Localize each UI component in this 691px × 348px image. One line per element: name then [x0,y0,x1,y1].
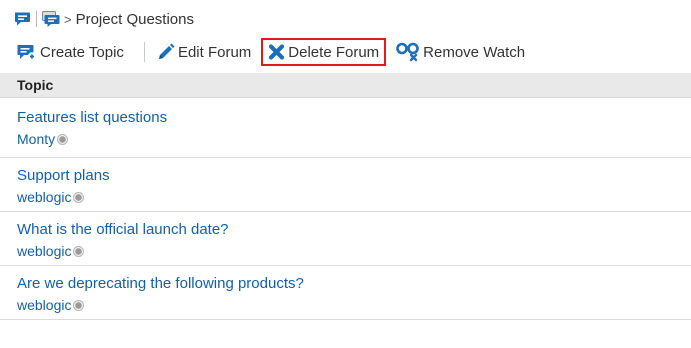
toolbar-divider [143,42,145,62]
new-topic-icon [17,44,37,61]
topic-row: What is the official launch date? weblog… [0,212,691,266]
topic-author: weblogic [17,188,691,206]
unwatch-icon [396,42,420,62]
topic-author: weblogic [17,242,691,260]
forums-icon[interactable] [42,10,60,28]
delete-forum-button[interactable]: Delete Forum [261,38,387,66]
edit-forum-button[interactable]: Edit Forum [157,39,251,65]
breadcrumb: > Project Questions [14,9,194,29]
topic-row: Are we deprecating the following product… [0,266,691,320]
create-topic-button[interactable]: Create Topic [16,39,124,65]
topic-column-header[interactable]: Topic [0,73,691,98]
presence-status-icon[interactable] [73,299,85,311]
delete-x-icon [268,44,285,60]
topic-title-link[interactable]: Are we deprecating the following product… [17,275,304,293]
toolbar: Create Topic Edit Forum Delete Forum Rem… [16,38,525,66]
topic-title-link[interactable]: Support plans [17,167,110,185]
topic-author: Monty [17,130,691,148]
delete-forum-label: Delete Forum [288,43,380,61]
topic-list: Features list questions Monty Support pl… [0,98,691,320]
topic-title-link[interactable]: What is the official launch date? [17,221,229,239]
create-topic-label: Create Topic [40,43,124,61]
breadcrumb-current: Project Questions [75,10,194,28]
remove-watch-label: Remove Watch [423,43,526,61]
topic-title-link[interactable]: Features list questions [17,109,167,127]
topic-row: Features list questions Monty [0,98,691,158]
author-link[interactable]: weblogic [17,296,71,314]
topic-author: weblogic [17,296,691,314]
pencil-icon [157,43,175,61]
breadcrumb-separator: > [64,11,72,27]
author-link[interactable]: weblogic [17,188,71,206]
presence-status-icon[interactable] [57,133,69,145]
author-link[interactable]: Monty [17,130,55,148]
topic-row: Support plans weblogic [0,158,691,212]
author-link[interactable]: weblogic [17,242,71,260]
presence-status-icon[interactable] [73,191,85,203]
remove-watch-button[interactable]: Remove Watch [396,39,525,65]
breadcrumb-divider [36,11,37,27]
forum-icon[interactable] [14,11,32,27]
edit-forum-label: Edit Forum [177,43,252,61]
presence-status-icon[interactable] [73,245,85,257]
